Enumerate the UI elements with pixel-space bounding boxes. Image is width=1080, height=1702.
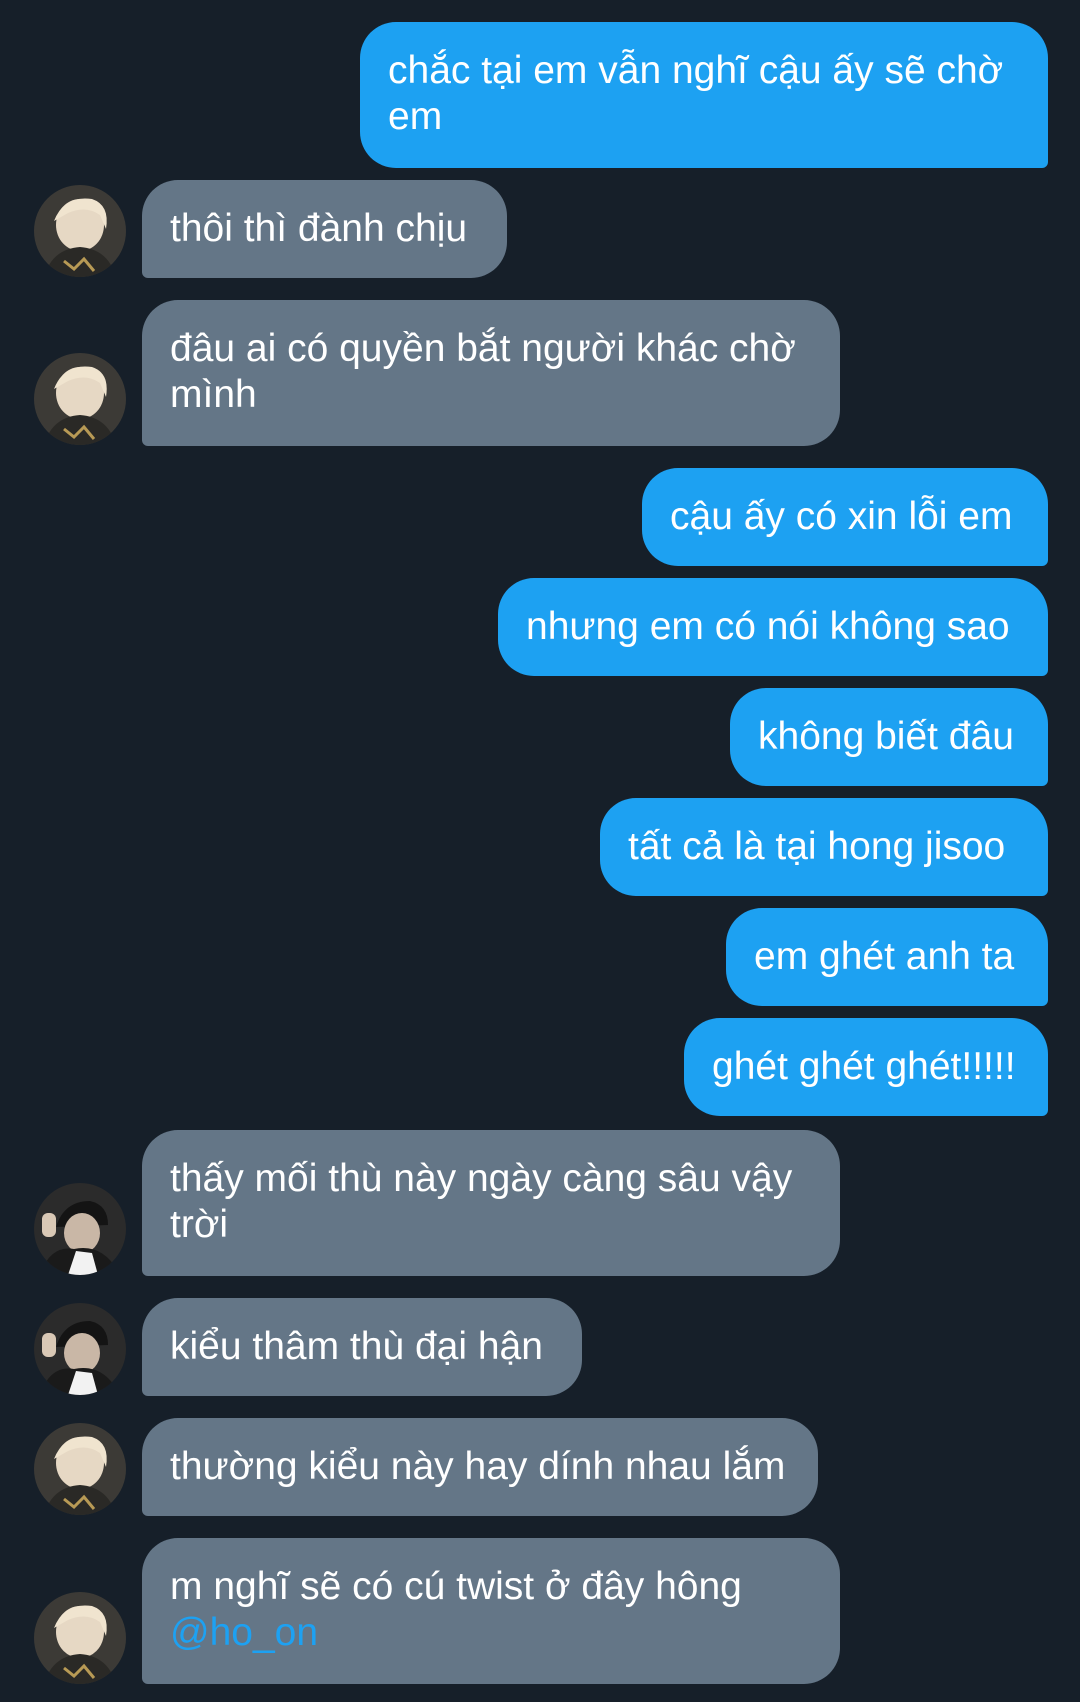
- cap-avatar[interactable]: [34, 1303, 126, 1395]
- blonde-avatar-image: [34, 1423, 126, 1515]
- message-text: thôi thì đành chịu: [170, 207, 468, 250]
- message-text: đâu ai có quyền bắt người khác chờ mình: [170, 327, 796, 416]
- blonde-avatar[interactable]: [34, 185, 126, 277]
- mention-link[interactable]: @ho_on: [170, 1611, 318, 1654]
- blonde-avatar[interactable]: [34, 353, 126, 445]
- message-text: thường kiểu này hay dính nhau lắm: [170, 1445, 786, 1488]
- incoming-message[interactable]: thường kiểu này hay dính nhau lắm: [142, 1418, 818, 1516]
- message-text: ghét ghét ghét!!!!!: [712, 1045, 1016, 1088]
- blonde-avatar[interactable]: [34, 1423, 126, 1515]
- cap-avatar-image: [34, 1303, 126, 1395]
- incoming-message[interactable]: m nghĩ sẽ có cú twist ở đây hông @ho_on: [142, 1538, 840, 1684]
- message-text: m nghĩ sẽ có cú twist ở đây hông: [170, 1565, 742, 1608]
- outgoing-message[interactable]: tất cả là tại hong jisoo: [600, 798, 1048, 896]
- outgoing-message[interactable]: ghét ghét ghét!!!!!: [684, 1018, 1048, 1116]
- outgoing-message[interactable]: chắc tại em vẫn nghĩ cậu ấy sẽ chờ em: [360, 22, 1048, 168]
- message-text: cậu ấy có xin lỗi em: [670, 495, 1013, 538]
- blonde-avatar-image: [34, 185, 126, 277]
- chat-thread: chắc tại em vẫn nghĩ cậu ấy sẽ chờ em th…: [0, 0, 1080, 1702]
- incoming-message[interactable]: thấy mối thù này ngày càng sâu vậy trời: [142, 1130, 840, 1276]
- message-text: không biết đâu: [758, 715, 1014, 758]
- message-text: chắc tại em vẫn nghĩ cậu ấy sẽ chờ em: [388, 49, 1004, 138]
- outgoing-message[interactable]: em ghét anh ta: [726, 908, 1048, 1006]
- blonde-avatar-image: [34, 1592, 126, 1684]
- outgoing-message[interactable]: không biết đâu: [730, 688, 1048, 786]
- outgoing-message[interactable]: cậu ấy có xin lỗi em: [642, 468, 1048, 566]
- incoming-message[interactable]: kiểu thâm thù đại hận: [142, 1298, 582, 1396]
- blonde-avatar[interactable]: [34, 1592, 126, 1684]
- blonde-avatar-image: [34, 353, 126, 445]
- outgoing-message[interactable]: nhưng em có nói không sao: [498, 578, 1048, 676]
- message-text: em ghét anh ta: [754, 935, 1015, 978]
- message-text: kiểu thâm thù đại hận: [170, 1325, 543, 1368]
- message-text: nhưng em có nói không sao: [526, 605, 1010, 648]
- cap-avatar-image: [34, 1183, 126, 1275]
- incoming-message[interactable]: đâu ai có quyền bắt người khác chờ mình: [142, 300, 840, 446]
- message-text: thấy mối thù này ngày càng sâu vậy trời: [170, 1157, 793, 1246]
- cap-avatar[interactable]: [34, 1183, 126, 1275]
- message-text: tất cả là tại hong jisoo: [628, 825, 1006, 868]
- incoming-message[interactable]: thôi thì đành chịu: [142, 180, 507, 278]
